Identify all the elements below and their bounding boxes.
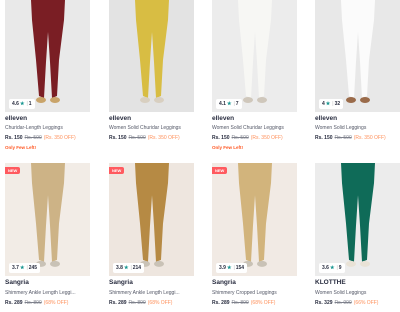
rating-badge: 3.9★ |154	[216, 263, 248, 273]
product-brand: Sangria	[5, 279, 29, 286]
price-discount: (68% OFF)	[250, 300, 276, 306]
product-image[interactable]	[5, 163, 90, 276]
leggings-photo	[315, 163, 400, 276]
product-description: Shimmery Cropped Leggings	[212, 290, 277, 296]
price-current: Rs. 289	[5, 300, 23, 306]
price-discount: (68% OFF)	[43, 300, 69, 306]
star-icon: ★	[329, 265, 335, 271]
price-original: Rs. 899	[24, 300, 42, 306]
product-price: Rs. 329 Rs. 999 (66% OFF)	[315, 300, 378, 306]
product-price: Rs. 289 Rs. 899 (68% OFF)	[109, 300, 172, 306]
rating-value: 3.6	[322, 265, 329, 271]
product-brand: Sangria	[212, 279, 236, 286]
product-card[interactable]: NEW 3.7★ |245 Sangria Shimmery Ankle Length …	[5, 0, 90, 312]
product-brand: Sangria	[109, 279, 133, 286]
leggings-photo	[212, 163, 297, 276]
price-original: Rs. 899	[231, 300, 249, 306]
new-badge: NEW	[212, 167, 228, 174]
rating-separator: |	[336, 265, 338, 271]
product-image[interactable]	[212, 163, 297, 276]
price-discount: (68% OFF)	[147, 300, 173, 306]
rating-badge: 3.7★ |245	[9, 263, 41, 273]
rating-count: 214	[132, 265, 142, 271]
price-original: Rs. 899	[128, 300, 146, 306]
leggings-photo	[109, 163, 194, 276]
rating-count: 9	[338, 265, 342, 271]
rating-separator: |	[130, 265, 132, 271]
product-price: Rs. 289 Rs. 899 (68% OFF)	[5, 300, 68, 306]
star-icon: ★	[226, 265, 232, 271]
product-description: Shimmery Ankle Length Leggi...	[5, 290, 76, 296]
price-original: Rs. 999	[334, 300, 352, 306]
rating-badge: 3.6★ |9	[319, 263, 345, 273]
rating-value: 3.8	[116, 265, 123, 271]
price-current: Rs. 289	[109, 300, 127, 306]
rating-separator: |	[233, 265, 235, 271]
product-card[interactable]: 3.6★ |9 KLOTTHE Women Solid Leggings Rs. 329…	[315, 0, 400, 312]
leggings-photo	[5, 163, 90, 276]
product-card[interactable]: NEW 3.9★ |154 Sangria Shimmery Cropped Leggi…	[212, 0, 297, 312]
new-badge: NEW	[109, 167, 125, 174]
star-icon: ★	[19, 265, 25, 271]
product-brand: KLOTTHE	[315, 279, 346, 286]
product-image[interactable]	[109, 163, 194, 276]
product-image[interactable]	[315, 163, 400, 276]
new-badge: NEW	[5, 167, 21, 174]
rating-count: 245	[28, 265, 38, 271]
price-current: Rs. 329	[315, 300, 333, 306]
rating-value: 3.7	[12, 265, 19, 271]
price-current: Rs. 289	[212, 300, 230, 306]
rating-count: 154	[235, 265, 245, 271]
product-description: Women Solid Leggings	[315, 290, 367, 296]
product-price: Rs. 289 Rs. 899 (68% OFF)	[212, 300, 275, 306]
product-description: Shimmery Ankle Length Leggi...	[109, 290, 180, 296]
rating-badge: 3.8★ |214	[113, 263, 145, 273]
rating-separator: |	[26, 265, 28, 271]
price-discount: (66% OFF)	[353, 300, 379, 306]
star-icon: ★	[123, 265, 129, 271]
rating-value: 3.9	[219, 265, 226, 271]
product-card[interactable]: NEW 3.8★ |214 Sangria Shimmery Ankle Length …	[109, 0, 194, 312]
